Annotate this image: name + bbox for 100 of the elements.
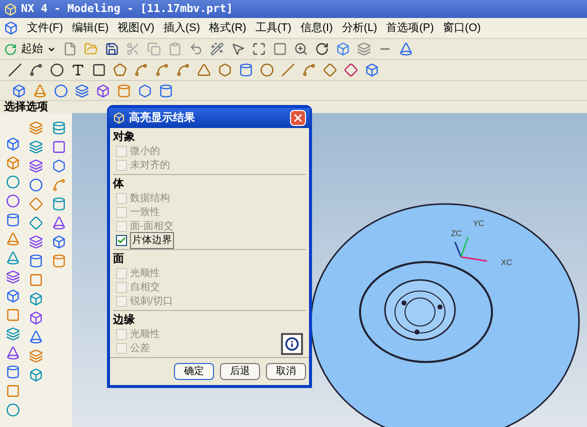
circle-icon[interactable] xyxy=(50,63,64,77)
menu-item[interactable]: 格式(R) xyxy=(209,20,246,36)
cone-icon[interactable] xyxy=(33,84,47,98)
hexagon-icon[interactable] xyxy=(218,63,232,77)
tool-icon[interactable] xyxy=(6,346,20,360)
curve-icon[interactable] xyxy=(302,63,316,77)
tool-icon[interactable] xyxy=(6,403,20,417)
close-icon xyxy=(292,112,304,124)
tool-icon[interactable] xyxy=(6,289,20,303)
curve-icon[interactable] xyxy=(155,63,169,77)
cone-icon[interactable] xyxy=(399,42,413,56)
diamond-icon[interactable] xyxy=(344,63,358,77)
dialog-button[interactable]: 确定 xyxy=(174,363,214,380)
tool-icon[interactable] xyxy=(29,159,43,173)
tool-icon[interactable] xyxy=(6,137,20,151)
dialog-button[interactable]: 后退 xyxy=(220,363,260,380)
tool-icon[interactable] xyxy=(6,251,20,265)
tool-icon[interactable] xyxy=(29,235,43,249)
pointer-icon[interactable] xyxy=(231,42,245,56)
checkbox-label: 一致性 xyxy=(130,206,160,220)
rotate-icon[interactable] xyxy=(315,42,329,56)
tool-icon[interactable] xyxy=(52,197,66,211)
dialog-button[interactable]: 取消 xyxy=(266,363,306,380)
checkbox-label: 自相交 xyxy=(130,280,160,294)
tool-icon[interactable] xyxy=(6,308,20,322)
tool-icon[interactable] xyxy=(29,121,43,135)
tool-icon[interactable] xyxy=(29,140,43,154)
triangle-icon[interactable] xyxy=(197,63,211,77)
menu-item[interactable]: 窗口(O) xyxy=(442,20,481,36)
tool-icon[interactable] xyxy=(29,178,43,192)
start-button[interactable]: 起始 xyxy=(4,40,56,58)
curve-icon[interactable] xyxy=(134,63,148,77)
box-icon[interactable] xyxy=(336,42,350,56)
menu-item[interactable]: 首选项(P) xyxy=(386,20,434,36)
menu-item[interactable]: 文件(F) xyxy=(27,20,64,36)
box-icon[interactable] xyxy=(12,84,26,98)
checkbox-label: 锐刺/切口 xyxy=(130,294,173,308)
arc-icon[interactable] xyxy=(29,63,43,77)
text-icon[interactable] xyxy=(71,63,85,77)
wand-icon[interactable] xyxy=(210,42,224,56)
tool-icon[interactable] xyxy=(52,159,66,173)
checkbox-label: 光顺性 xyxy=(130,266,160,280)
tool-icon[interactable] xyxy=(6,327,20,341)
tool-icon[interactable] xyxy=(52,121,66,135)
tool-icon[interactable] xyxy=(6,232,20,246)
tool-icon[interactable] xyxy=(29,273,43,287)
box-icon[interactable] xyxy=(96,84,110,98)
cylinder-icon[interactable] xyxy=(239,63,253,77)
tool-icon[interactable] xyxy=(29,349,43,363)
checkbox-label: 微小的 xyxy=(130,144,160,158)
tool-icon[interactable] xyxy=(6,384,20,398)
tool-icon[interactable] xyxy=(52,178,66,192)
section-heading: 对象 xyxy=(113,130,136,144)
polygon-icon[interactable] xyxy=(113,63,127,77)
clipboard-icon[interactable] xyxy=(168,42,182,56)
tool-icon[interactable] xyxy=(29,330,43,344)
cylinder-icon[interactable] xyxy=(159,84,173,98)
app-menu-icon[interactable] xyxy=(4,21,18,35)
fit-view-icon[interactable] xyxy=(252,42,266,56)
zoom-icon[interactable] xyxy=(294,42,308,56)
selection-options-label: 选择选项 xyxy=(4,100,48,115)
menu-item[interactable]: 视图(V) xyxy=(118,20,154,36)
tool-icon[interactable] xyxy=(6,175,20,189)
tool-icon[interactable] xyxy=(6,194,20,208)
checkbox[interactable] xyxy=(116,234,127,246)
tool-icon[interactable] xyxy=(29,197,43,211)
curve-icon[interactable] xyxy=(176,63,190,77)
tool-icon[interactable] xyxy=(29,216,43,230)
tool-icon[interactable] xyxy=(6,270,20,284)
file-icon[interactable] xyxy=(63,42,77,56)
layers-icon[interactable] xyxy=(357,42,371,56)
tool-icon[interactable] xyxy=(6,213,20,227)
info-button[interactable] xyxy=(281,333,303,355)
rectangle-icon[interactable] xyxy=(92,63,106,77)
save-icon[interactable] xyxy=(105,42,119,56)
menu-item[interactable]: 工具(T) xyxy=(255,20,292,36)
menu-item[interactable]: 分析(L) xyxy=(342,20,378,36)
tool-icon[interactable] xyxy=(6,365,20,379)
line-icon[interactable] xyxy=(8,63,22,77)
tool-icon[interactable] xyxy=(52,216,66,230)
menu-item[interactable]: 信息(I) xyxy=(300,20,333,36)
layers-icon[interactable] xyxy=(75,84,89,98)
tool-icon[interactable] xyxy=(29,292,43,306)
cylinder-icon[interactable] xyxy=(117,84,131,98)
close-button[interactable] xyxy=(290,110,306,126)
undo-icon[interactable] xyxy=(189,42,203,56)
square-icon[interactable] xyxy=(273,42,287,56)
tool-icon[interactable] xyxy=(52,235,66,249)
tool-icon[interactable] xyxy=(29,254,43,268)
hexagon-icon[interactable] xyxy=(138,84,152,98)
tool-icon[interactable] xyxy=(29,368,43,382)
dialog-logo-icon xyxy=(113,112,125,124)
tool-icon[interactable] xyxy=(52,140,66,154)
box-icon[interactable] xyxy=(365,63,379,77)
tool-icon[interactable] xyxy=(6,156,20,170)
diamond-icon[interactable] xyxy=(323,63,337,77)
menu-item[interactable]: 编辑(E) xyxy=(72,20,109,36)
menu-item[interactable]: 插入(S) xyxy=(163,20,200,36)
tool-icon[interactable] xyxy=(52,254,66,268)
tool-icon[interactable] xyxy=(29,311,43,325)
